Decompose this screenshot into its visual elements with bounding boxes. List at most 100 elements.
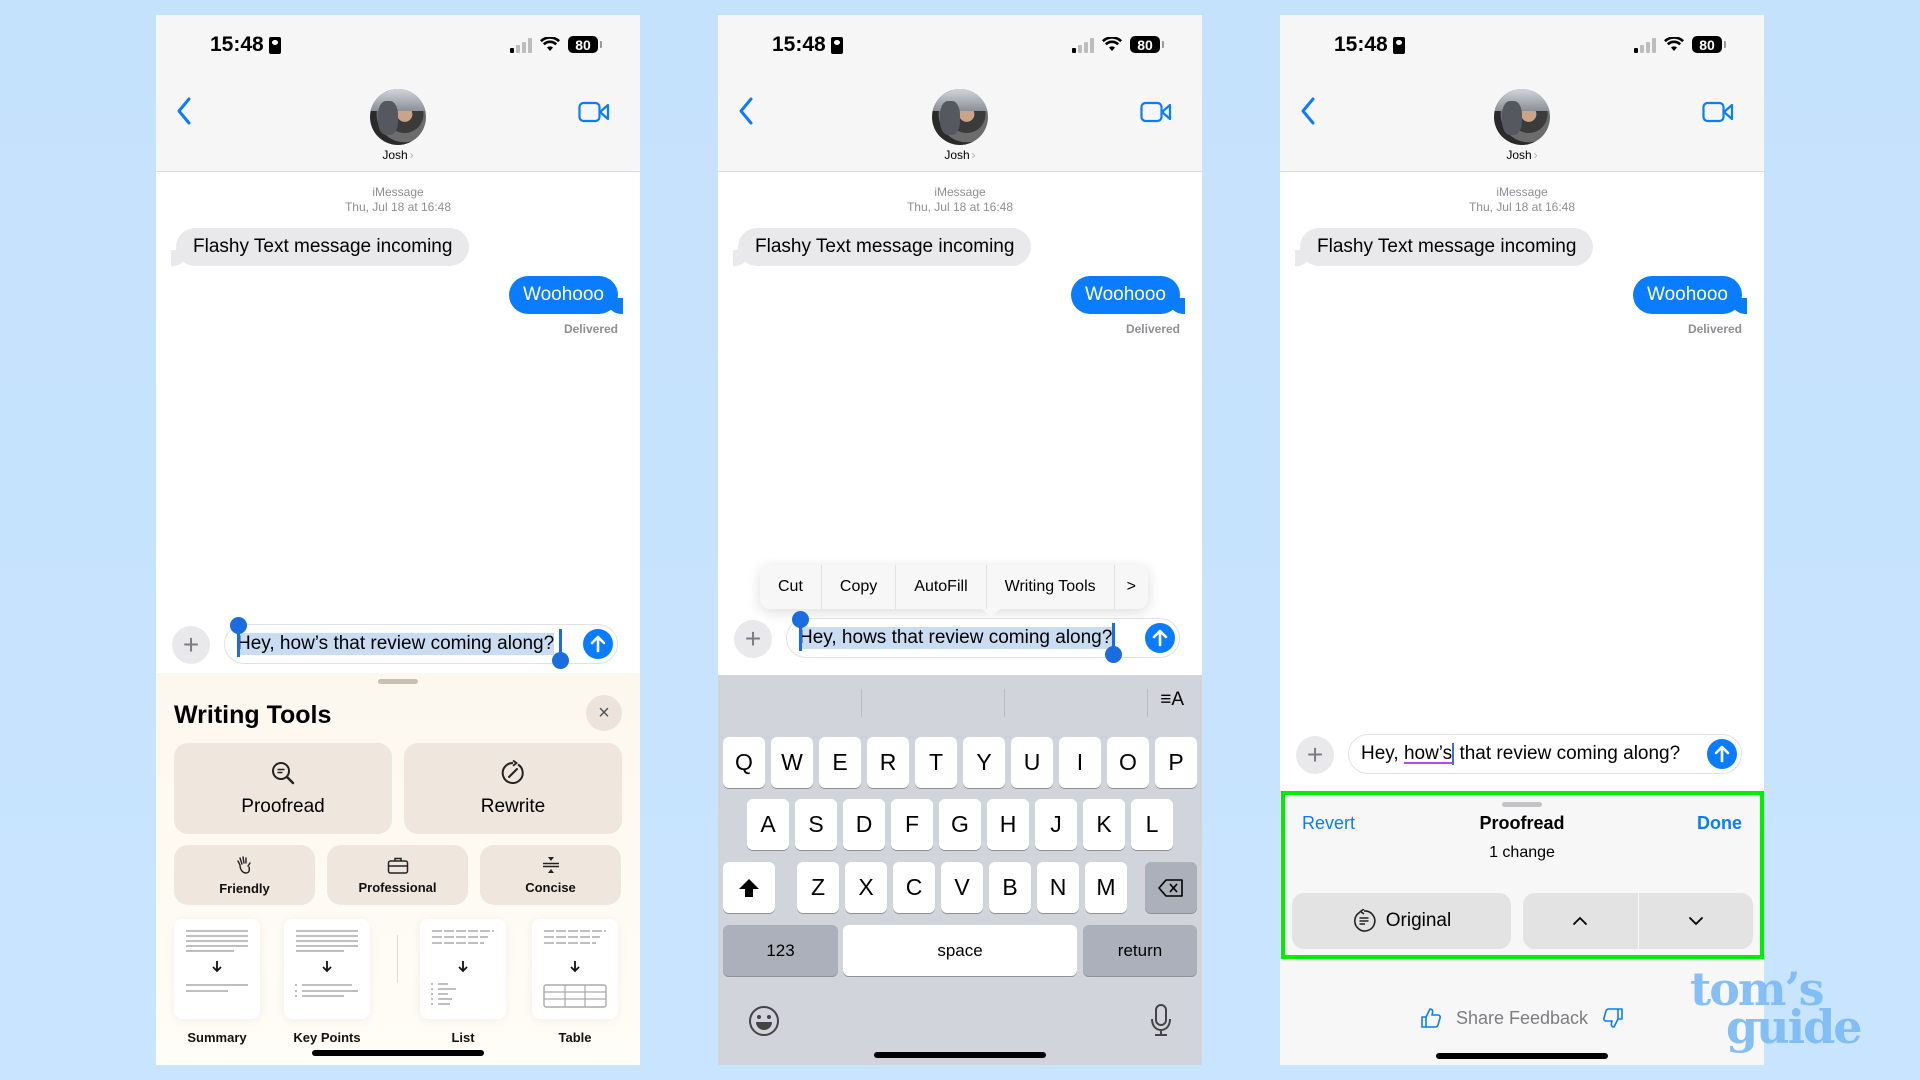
arrow-up-icon xyxy=(1152,629,1168,647)
send-button[interactable] xyxy=(1707,739,1737,769)
key-t[interactable]: T xyxy=(915,737,957,788)
return-key[interactable]: return xyxy=(1083,925,1197,976)
key-q[interactable]: Q xyxy=(723,737,765,788)
menu-more-chevron-icon[interactable]: > xyxy=(1115,565,1148,609)
professional-button[interactable]: Professional xyxy=(327,845,468,905)
concise-button[interactable]: Concise xyxy=(480,845,621,905)
thumbs-down-icon[interactable] xyxy=(1602,1007,1624,1029)
service-label: iMessage xyxy=(934,185,986,199)
contact-name[interactable]: Josh › xyxy=(718,148,1202,162)
sheet-grabber[interactable] xyxy=(378,679,418,684)
key-z[interactable]: Z xyxy=(797,862,839,913)
summary-card[interactable] xyxy=(174,919,260,1019)
selected-text[interactable]: Hey, how’s that review coming along? xyxy=(237,633,555,655)
share-feedback-label[interactable]: Share Feedback xyxy=(1456,1008,1588,1029)
key-f[interactable]: F xyxy=(891,799,933,850)
outgoing-message[interactable]: Woohooo xyxy=(1071,276,1185,314)
key-w[interactable]: W xyxy=(771,737,813,788)
microphone-icon[interactable] xyxy=(1150,1003,1172,1037)
key-l[interactable]: L xyxy=(1131,799,1173,850)
delivered-status: Delivered xyxy=(1687,322,1742,336)
selection-start-handle[interactable] xyxy=(792,611,809,651)
menu-item-cut[interactable]: Cut xyxy=(760,565,822,609)
selection-end-handle[interactable] xyxy=(1105,623,1122,663)
thread-date: Thu, Jul 18 at 16:48 xyxy=(906,200,1014,214)
emoji-icon[interactable] xyxy=(748,1005,780,1037)
key-p[interactable]: P xyxy=(1155,737,1197,788)
key-r[interactable]: R xyxy=(867,737,909,788)
done-button[interactable]: Done xyxy=(1697,813,1742,834)
contact-name[interactable]: Josh › xyxy=(156,148,640,162)
key-y[interactable]: Y xyxy=(963,737,1005,788)
send-button[interactable] xyxy=(1145,623,1175,653)
selection-end-handle[interactable] xyxy=(552,629,569,669)
rewrite-button[interactable]: Rewrite xyxy=(404,743,622,834)
key-d[interactable]: D xyxy=(843,799,885,850)
key-n[interactable]: N xyxy=(1037,862,1079,913)
incoming-message[interactable]: Flashy Text message incoming xyxy=(1294,228,1594,266)
back-chevron-icon[interactable] xyxy=(736,95,756,127)
close-button[interactable]: × xyxy=(586,695,622,731)
sheet-grabber[interactable] xyxy=(1502,802,1542,807)
proofread-title: Proofread xyxy=(1479,813,1565,833)
text-format-icon[interactable]: ≡A xyxy=(1160,689,1184,711)
shift-key[interactable] xyxy=(723,862,775,913)
thumbs-up-icon[interactable] xyxy=(1420,1007,1442,1029)
battery-icon: 80 xyxy=(1130,36,1164,53)
key-a[interactable]: A xyxy=(747,799,789,850)
menu-item-writing-tools[interactable]: Writing Tools xyxy=(987,565,1115,609)
incoming-message[interactable]: Flashy Text message incoming xyxy=(170,228,470,266)
proofread-button[interactable]: Proofread xyxy=(174,743,392,834)
plus-button[interactable]: + xyxy=(734,620,772,658)
key-o[interactable]: O xyxy=(1107,737,1149,788)
proofread-correction[interactable]: how’s xyxy=(1404,743,1455,765)
key-b[interactable]: B xyxy=(989,862,1031,913)
numbers-key[interactable]: 123 xyxy=(723,925,838,976)
send-button[interactable] xyxy=(583,629,613,659)
next-change-button[interactable] xyxy=(1639,893,1754,949)
key-h[interactable]: H xyxy=(987,799,1029,850)
delete-key[interactable] xyxy=(1145,862,1197,913)
menu-item-autofill[interactable]: AutoFill xyxy=(896,565,987,609)
previous-change-button[interactable] xyxy=(1523,893,1639,949)
contact-avatar[interactable] xyxy=(932,89,988,145)
key-c[interactable]: C xyxy=(893,862,935,913)
plus-button[interactable]: + xyxy=(1296,736,1334,774)
key-i[interactable]: I xyxy=(1059,737,1101,788)
video-call-icon[interactable] xyxy=(1702,101,1734,123)
outgoing-message[interactable]: Woohooo xyxy=(509,276,623,314)
original-button[interactable]: Original xyxy=(1292,893,1511,949)
message-input[interactable]: Hey, how’s that review coming along? xyxy=(1348,734,1742,774)
table-label: Table xyxy=(558,1030,592,1045)
plus-button[interactable]: + xyxy=(172,626,210,664)
video-call-icon[interactable] xyxy=(578,101,610,123)
table-card[interactable] xyxy=(532,919,618,1019)
chevron-up-icon xyxy=(1573,916,1588,925)
key-v[interactable]: V xyxy=(941,862,983,913)
contact-name[interactable]: Josh › xyxy=(1280,148,1764,162)
key-e[interactable]: E xyxy=(819,737,861,788)
key-u[interactable]: U xyxy=(1011,737,1053,788)
space-key[interactable]: space xyxy=(843,925,1077,976)
outgoing-message[interactable]: Woohooo xyxy=(1633,276,1747,314)
key-points-card[interactable] xyxy=(284,919,370,1019)
change-count: 1 change xyxy=(1489,844,1555,861)
incoming-message[interactable]: Flashy Text message incoming xyxy=(732,228,1032,266)
menu-item-copy[interactable]: Copy xyxy=(822,565,897,609)
key-j[interactable]: J xyxy=(1035,799,1077,850)
selection-start-handle[interactable] xyxy=(230,617,247,657)
friendly-button[interactable]: Friendly xyxy=(174,845,315,905)
selected-text[interactable]: Hey, hows that review coming along? xyxy=(799,627,1113,649)
video-call-icon[interactable] xyxy=(1140,101,1172,123)
contact-avatar[interactable] xyxy=(1494,89,1550,145)
key-m[interactable]: M xyxy=(1085,862,1127,913)
back-chevron-icon[interactable] xyxy=(174,95,194,127)
contact-avatar[interactable] xyxy=(370,89,426,145)
compress-icon xyxy=(542,856,559,873)
list-card[interactable] xyxy=(420,919,506,1019)
key-s[interactable]: S xyxy=(795,799,837,850)
back-chevron-icon[interactable] xyxy=(1298,95,1318,127)
key-g[interactable]: G xyxy=(939,799,981,850)
key-x[interactable]: X xyxy=(845,862,887,913)
key-k[interactable]: K xyxy=(1083,799,1125,850)
